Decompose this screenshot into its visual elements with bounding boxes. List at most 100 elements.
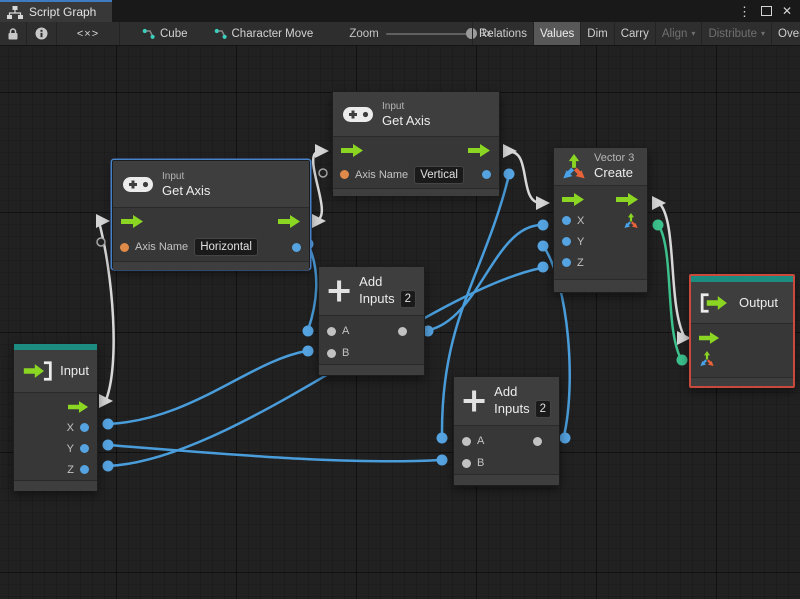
overview-button[interactable]: Overv — [771, 22, 800, 45]
node-get-axis-horizontal[interactable]: Input Get Axis Axis Name Horizontal — [112, 160, 310, 270]
node-title: Add — [359, 274, 383, 289]
flow-port-out-getaxis-horizontal[interactable] — [312, 214, 326, 228]
node-add-2[interactable]: Add Inputs 2 A B — [453, 376, 560, 486]
input-port-icon[interactable] — [462, 436, 471, 446]
string-port-icon[interactable] — [120, 242, 129, 252]
output-port-icon[interactable] — [80, 423, 89, 432]
toolbar-right-buttons: Relations Values Dim Carry Align ▾ Distr… — [472, 22, 800, 45]
info-button[interactable] — [27, 22, 57, 45]
tab-script-graph[interactable]: Script Graph — [0, 0, 112, 22]
port-label: Z — [67, 463, 74, 476]
flow-out-arrow-icon[interactable] — [278, 215, 301, 228]
wire-input-x-to-add1-b — [107, 349, 307, 426]
port-dot-vector3-y-in[interactable] — [537, 240, 549, 252]
port-row-b: B — [319, 342, 424, 364]
flow-in-arrow-icon[interactable] — [699, 332, 720, 344]
graph-icon — [214, 28, 227, 39]
port-dot-add2-out[interactable] — [559, 432, 571, 444]
port-dot-vector3-value-out[interactable] — [652, 219, 664, 231]
port-dot-input-z-out[interactable] — [102, 460, 114, 472]
lock-button[interactable] — [0, 22, 27, 45]
port-dot-vertical-value-out[interactable] — [503, 168, 515, 180]
lock-icon — [8, 28, 18, 40]
dim-button[interactable]: Dim — [580, 22, 613, 45]
code-view-button[interactable]: <×> — [57, 22, 120, 45]
flow-port-in-getaxis-horizontal[interactable] — [96, 214, 110, 228]
flow-in-arrow-icon[interactable] — [341, 143, 364, 157]
output-port-icon[interactable] — [80, 465, 89, 474]
flow-out-arrow-icon[interactable] — [616, 192, 639, 206]
node-vector3-create[interactable]: Vector 3 Create X Y Z — [553, 147, 648, 293]
output-port-icon[interactable] — [80, 444, 89, 453]
port-dot-input-y-out[interactable] — [102, 439, 114, 451]
node-graph-input[interactable]: Input X Y Z — [13, 343, 98, 491]
value-out-port-icon[interactable] — [482, 170, 491, 179]
carry-button[interactable]: Carry — [613, 22, 655, 45]
string-port-icon[interactable] — [340, 170, 349, 179]
gamepad-icon — [343, 106, 373, 122]
value-out-port-icon[interactable] — [292, 242, 301, 252]
port-dot-add1-b-in[interactable] — [302, 345, 314, 357]
axis-name-field[interactable]: Horizontal — [194, 238, 258, 256]
vector3-icon — [563, 153, 585, 178]
node-graph-output[interactable]: Output — [689, 274, 795, 388]
port-dot-add1-a-in[interactable] — [302, 325, 314, 337]
node-header: Add Inputs 2 — [454, 377, 559, 426]
vector3-out-port-icon[interactable] — [623, 212, 639, 229]
close-icon[interactable]: ✕ — [782, 5, 792, 17]
node-get-axis-vertical[interactable]: Input Get Axis Axis Name Vertical — [332, 91, 500, 196]
port-hollow-horizontal-axisname[interactable] — [96, 237, 106, 247]
flow-out-arrow-icon[interactable] — [68, 400, 89, 413]
flow-in-arrow-icon[interactable] — [562, 192, 585, 206]
node-footer — [113, 261, 309, 270]
inputs-count-field[interactable]: 2 — [534, 400, 551, 418]
menu-icon[interactable]: ⋮ — [738, 5, 751, 18]
port-dot-vector3-x-in[interactable] — [537, 219, 549, 231]
input-port-icon[interactable] — [462, 458, 471, 468]
port-dot-input-x-out[interactable] — [102, 418, 114, 430]
maximize-icon[interactable] — [760, 6, 772, 16]
flow-out-arrow-icon[interactable] — [468, 143, 491, 157]
align-dropdown[interactable]: Align ▾ — [654, 22, 702, 45]
wire-add1-out-to-vector3-x — [428, 223, 542, 332]
port-dot-add2-b-in[interactable] — [436, 454, 448, 466]
input-port-icon[interactable] — [327, 326, 336, 336]
port-row-b: B — [454, 452, 559, 474]
input-port-icon[interactable] — [327, 348, 336, 358]
inputs-count-field[interactable]: 2 — [399, 290, 416, 308]
node-footer — [554, 279, 647, 292]
flow-port-out-getaxis-vertical[interactable] — [503, 144, 517, 158]
port-label: Y — [66, 442, 74, 455]
port-dot-add2-a-in[interactable] — [436, 432, 448, 444]
output-port-icon[interactable] — [398, 326, 407, 336]
flow-port-in-getaxis-vertical[interactable] — [315, 144, 329, 158]
breadcrumb-cube[interactable]: Cube — [142, 28, 210, 40]
node-title: Output — [739, 294, 779, 310]
zoom-slider[interactable] — [385, 28, 477, 39]
node-footer — [691, 377, 793, 386]
plus-icon — [328, 280, 350, 302]
port-label: Z — [577, 256, 584, 269]
values-button[interactable]: Values — [532, 22, 581, 45]
flow-port-in-vector3[interactable] — [536, 196, 550, 210]
hierarchy-icon — [7, 5, 23, 19]
axis-name-field[interactable]: Vertical — [414, 165, 464, 184]
port-dot-vector3-z-in[interactable] — [537, 261, 549, 273]
relations-button[interactable]: Relations — [472, 22, 533, 45]
port-hollow-vertical-axisname[interactable] — [318, 168, 328, 178]
graph-canvas[interactable]: Input Get Axis Axis Name Vertical Input … — [0, 46, 800, 599]
input-port-icon[interactable] — [562, 237, 571, 246]
input-port-icon[interactable] — [562, 258, 571, 267]
port-dot-output-value-in[interactable] — [676, 354, 688, 366]
flow-port-out-input-node[interactable] — [99, 394, 113, 408]
graph-toolbar: <×> Cube Character Move Zoom 1x Relation… — [0, 22, 800, 46]
flow-in-arrow-icon[interactable] — [121, 215, 144, 228]
distribute-dropdown[interactable]: Distribute ▾ — [701, 22, 771, 45]
input-port-icon[interactable] — [562, 216, 571, 225]
node-add-1[interactable]: Add Inputs 2 A B — [318, 266, 425, 376]
vector3-in-port-icon[interactable] — [699, 351, 715, 367]
output-port-icon[interactable] — [533, 436, 542, 446]
flow-row — [691, 324, 793, 348]
wire-input-y-to-add2-b — [107, 443, 441, 463]
breadcrumb-character-move[interactable]: Character Move — [214, 28, 336, 40]
